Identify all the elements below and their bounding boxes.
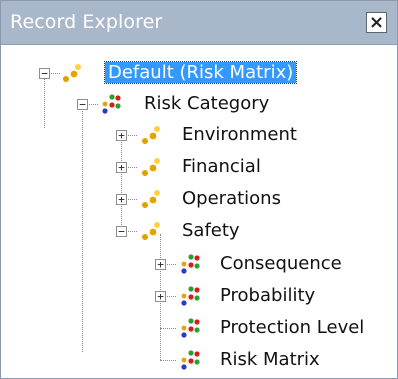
- tree-connector-line: [160, 360, 176, 361]
- tree-item-label: Operations: [182, 188, 281, 209]
- tree-item-protection-level[interactable]: Protection Level: [220, 317, 364, 339]
- tree-item-label: Financial: [182, 156, 261, 177]
- family-icon-gold: [142, 222, 160, 240]
- family-icon-multi: [181, 286, 200, 306]
- family-icon-multi: [181, 350, 200, 370]
- tree-connector-line: [121, 138, 122, 229]
- expand-toggle[interactable]: +: [116, 130, 127, 141]
- family-icon-gold: [142, 126, 160, 144]
- family-icon-multi: [102, 94, 121, 114]
- expand-toggle[interactable]: +: [155, 259, 166, 270]
- tree-item-label: Environment: [182, 124, 297, 145]
- family-icon-gold: [63, 64, 81, 82]
- tree-item-default-risk-matrix[interactable]: Default (Risk Matrix): [103, 61, 298, 84]
- tree-item-label: Risk Category: [144, 93, 270, 114]
- panel-titlebar: Record Explorer ×: [1, 1, 397, 45]
- expand-toggle[interactable]: +: [116, 194, 127, 205]
- family-icon-multi: [181, 254, 200, 274]
- expand-toggle[interactable]: +: [155, 291, 166, 302]
- tree-item-consequence[interactable]: Consequence: [220, 253, 342, 275]
- tree-item-label: Default (Risk Matrix): [103, 61, 298, 84]
- tree-item-label: Probability: [220, 285, 316, 306]
- tree-item-label: Consequence: [220, 253, 342, 274]
- tree-item-operations[interactable]: Operations: [182, 188, 281, 210]
- expand-toggle[interactable]: +: [116, 162, 127, 173]
- collapse-toggle[interactable]: −: [77, 99, 88, 110]
- tree-connector-line: [160, 328, 176, 329]
- family-icon-multi: [181, 318, 200, 338]
- tree-item-label: Protection Level: [220, 317, 365, 338]
- panel-title: Record Explorer: [10, 11, 163, 33]
- family-icon-gold: [142, 158, 160, 176]
- family-icon-gold: [142, 190, 160, 208]
- tree-connector-line: [44, 76, 45, 128]
- record-explorer-panel: Record Explorer × − Default (Risk Matrix…: [0, 0, 398, 379]
- close-icon[interactable]: ×: [366, 12, 387, 33]
- record-tree: − Default (Risk Matrix) − Risk Category …: [1, 45, 397, 378]
- tree-item-label: Safety: [182, 220, 240, 241]
- vertical-scrollbar[interactable]: [390, 45, 397, 378]
- tree-connector-line: [82, 107, 83, 352]
- tree-item-environment[interactable]: Environment: [182, 124, 297, 146]
- tree-item-label: Risk Matrix: [220, 349, 320, 370]
- tree-item-safety[interactable]: Safety: [182, 220, 240, 242]
- tree-item-financial[interactable]: Financial: [182, 156, 261, 178]
- tree-item-risk-matrix[interactable]: Risk Matrix: [220, 349, 320, 371]
- collapse-toggle[interactable]: −: [39, 68, 50, 79]
- tree-item-probability[interactable]: Probability: [220, 285, 315, 307]
- collapse-toggle[interactable]: −: [116, 226, 127, 237]
- tree-item-risk-category[interactable]: Risk Category: [144, 93, 269, 115]
